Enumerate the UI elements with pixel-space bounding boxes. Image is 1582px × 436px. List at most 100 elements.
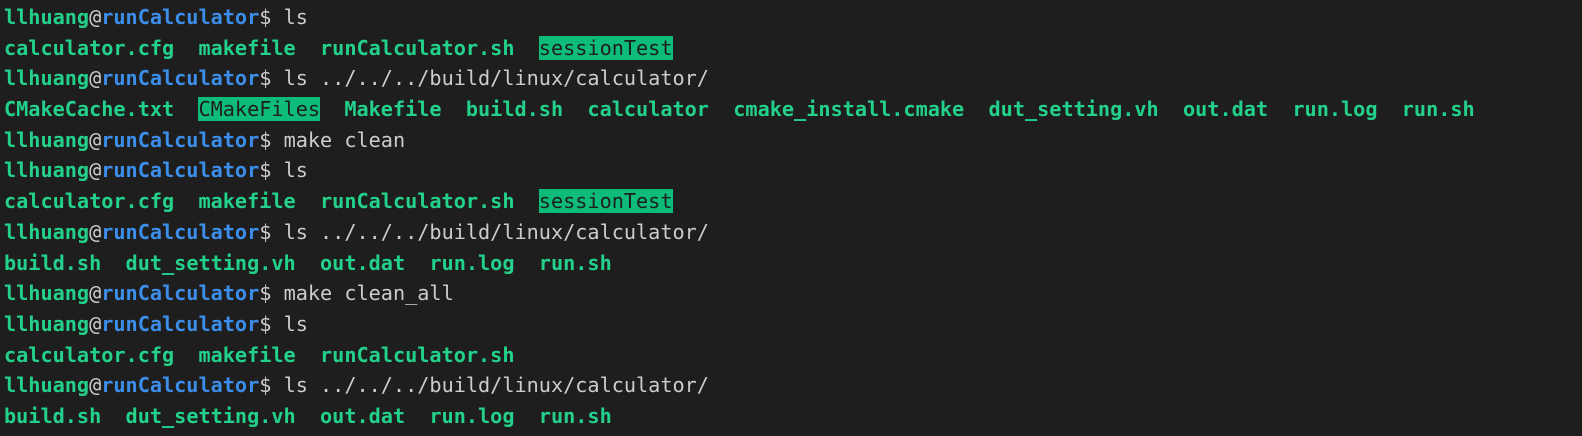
prompt-at: @ [89, 158, 102, 183]
file-entry: run.log [1292, 97, 1378, 122]
prompt-user: llhuang [4, 127, 90, 152]
file-entry: out.dat [320, 250, 406, 275]
prompt-symbol: $ [259, 127, 284, 152]
file-entry: calculator.cfg [4, 35, 175, 60]
file-entry: run.log [429, 403, 515, 428]
file-entry: runCalculator.sh [320, 189, 515, 214]
directory-entry: sessionTest [538, 35, 673, 60]
prompt-host: runCalculator [101, 281, 260, 306]
command-text: ls [283, 5, 308, 29]
prompt-at: @ [89, 66, 102, 91]
prompt-symbol: $ [259, 219, 284, 244]
command-text: ls ../../../build/linux/calculator/ [283, 66, 709, 91]
prompt-at: @ [89, 311, 102, 336]
file-entry: run.sh [538, 250, 612, 275]
prompt-user: llhuang [4, 281, 90, 306]
prompt-line: llhuang@runCalculator$ ls ../../../build… [4, 217, 1582, 248]
output-line: build.sh dut_setting.vh out.dat run.log … [4, 401, 1582, 432]
output-line: calculator.cfg makefile runCalculator.sh… [4, 186, 1582, 217]
prompt-host: runCalculator [101, 158, 260, 183]
file-entry: out.dat [1183, 97, 1269, 122]
prompt-at: @ [89, 373, 102, 398]
prompt-symbol: $ [259, 311, 284, 336]
prompt-line: llhuang@runCalculator$ ls ../../../build… [4, 370, 1582, 401]
file-entry: calculator.cfg [4, 342, 175, 367]
file-entry: run.log [429, 250, 515, 275]
file-entry: dut_setting.vh [988, 97, 1159, 122]
prompt-user: llhuang [4, 373, 90, 398]
file-entry: Makefile [344, 97, 442, 122]
prompt-symbol: $ [259, 373, 284, 398]
directory-entry: sessionTest [538, 189, 673, 214]
output-line: calculator.cfg makefile runCalculator.sh [4, 340, 1582, 371]
command-text: ls ../../../build/linux/calculator/ [283, 373, 709, 398]
prompt-at: @ [89, 219, 102, 244]
command-text: ls [283, 311, 308, 336]
directory-entry: CMakeFiles [198, 97, 321, 122]
file-entry: build.sh [465, 97, 564, 122]
prompt-symbol: $ [259, 158, 284, 183]
prompt-line: llhuang@runCalculator$ make clean_all [4, 278, 1582, 309]
file-entry: makefile [198, 35, 296, 60]
prompt-host: runCalculator [101, 311, 260, 336]
prompt-host: runCalculator [101, 219, 260, 244]
prompt-host: runCalculator [101, 66, 260, 91]
prompt-symbol: $ [259, 66, 284, 91]
prompt-at: @ [89, 127, 102, 152]
prompt-user: llhuang [4, 311, 90, 336]
prompt-user: llhuang [4, 158, 90, 183]
output-line: CMakeCache.txt CMakeFiles Makefile build… [4, 94, 1582, 125]
prompt-line: llhuang@runCalculator$ ls ../../../build… [4, 63, 1582, 94]
file-entry: run.sh [538, 403, 612, 428]
prompt-line: llhuang@runCalculator$ ls [4, 155, 1582, 186]
command-text: ls [283, 158, 308, 183]
terminal-window[interactable]: llhuang@runCalculator$ ls calculator.cfg … [0, 0, 1582, 436]
file-entry: cmake_install.cmake [733, 97, 965, 122]
output-line: calculator.cfg makefile runCalculator.sh… [4, 33, 1582, 64]
prompt-line: llhuang@runCalculator$ ls [4, 2, 1582, 33]
file-entry: makefile [198, 189, 296, 214]
file-entry: calculator.cfg [4, 189, 175, 214]
prompt-host: runCalculator [101, 5, 260, 29]
file-entry: runCalculator.sh [320, 35, 515, 60]
file-entry: makefile [198, 342, 296, 367]
prompt-user: llhuang [4, 219, 90, 244]
prompt-line: llhuang@runCalculator$ make clean [4, 125, 1582, 156]
command-text: ls ../../../build/linux/calculator/ [283, 219, 709, 244]
file-entry: build.sh [4, 250, 102, 275]
file-entry: runCalculator.sh [320, 342, 515, 367]
prompt-line: llhuang@runCalculator$ ls [4, 309, 1582, 340]
prompt-at: @ [89, 281, 102, 306]
command-text: make clean_all [283, 281, 454, 306]
file-entry: run.sh [1401, 97, 1475, 122]
file-entry: build.sh [4, 403, 102, 428]
file-entry: calculator [587, 97, 709, 122]
prompt-user: llhuang [4, 66, 90, 91]
file-entry: out.dat [320, 403, 406, 428]
prompt-symbol: $ [259, 5, 284, 29]
output-line: build.sh dut_setting.vh out.dat run.log … [4, 248, 1582, 279]
